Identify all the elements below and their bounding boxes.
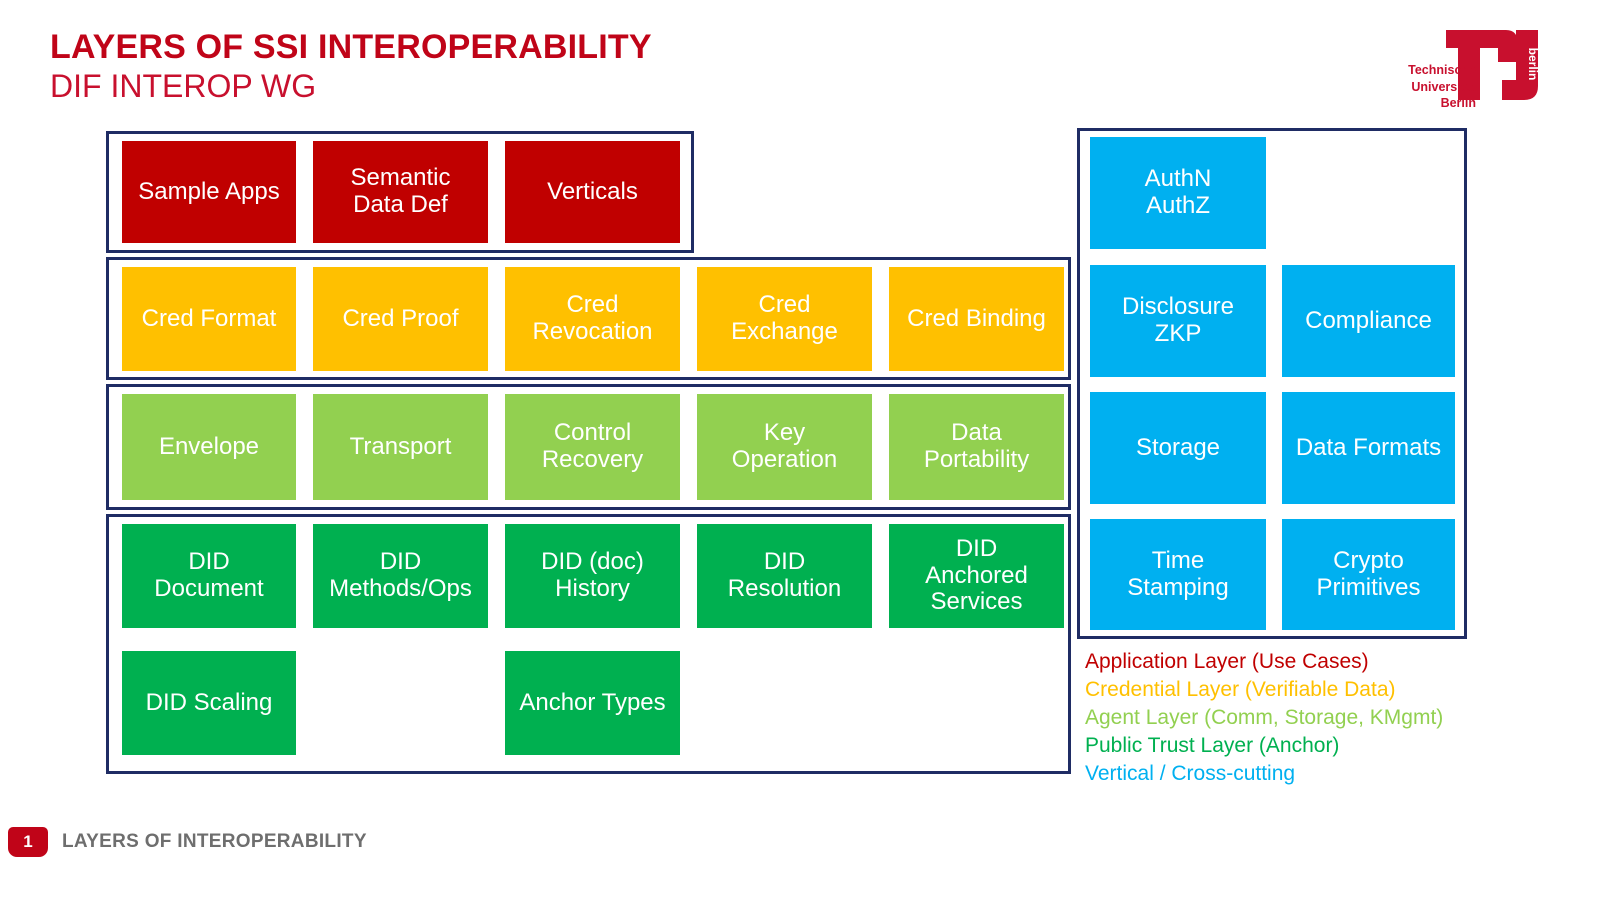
cell-did-anchored-services[interactable]: DID Anchored Services [889, 524, 1064, 628]
cell-storage[interactable]: Storage [1090, 392, 1266, 504]
cell-crypto-primitives[interactable]: Crypto Primitives [1282, 519, 1455, 630]
cell-label: Data Formats [1295, 433, 1442, 461]
legend-item-vertical: Vertical / Cross-cutting [1085, 760, 1555, 788]
cell-label: Storage [1135, 433, 1221, 461]
cell-label: Sample Apps [138, 177, 280, 205]
cell-label: Compliance [1305, 306, 1432, 334]
cell-control-recovery[interactable]: Control Recovery [505, 394, 680, 500]
footer-label: LAYERS OF INTEROPERABILITY [62, 831, 367, 852]
legend-label: Credential Layer (Verifiable Data) [1085, 677, 1396, 701]
cell-label: DID Scaling [145, 688, 273, 716]
legend-label: Vertical / Cross-cutting [1085, 761, 1296, 785]
legend-item-credential: Credential Layer (Verifiable Data) [1085, 676, 1555, 704]
cell-compliance[interactable]: Compliance [1282, 265, 1455, 377]
cell-time-stamping[interactable]: Time Stamping [1090, 519, 1266, 630]
legend-item-application: Application Layer (Use Cases) [1085, 648, 1555, 676]
cell-label: DID Document [154, 548, 264, 602]
cell-anchor-types[interactable]: Anchor Types [505, 651, 680, 755]
cell-data-formats[interactable]: Data Formats [1282, 392, 1455, 504]
cell-label: Control Recovery [541, 419, 644, 473]
cell-label: Cred Revocation [532, 291, 653, 345]
cell-cred-binding[interactable]: Cred Binding [889, 267, 1064, 371]
legend-item-agent: Agent Layer (Comm, Storage, KMgmt) [1085, 704, 1555, 732]
page-number-badge: 1 [8, 827, 48, 857]
cell-did-document[interactable]: DID Document [122, 524, 296, 628]
cell-sample-apps[interactable]: Sample Apps [122, 141, 296, 243]
page-number: 1 [23, 832, 33, 851]
cell-verticals[interactable]: Verticals [505, 141, 680, 243]
cell-label: Envelope [158, 432, 260, 460]
legend-label: Application Layer (Use Cases) [1085, 650, 1369, 673]
cell-did-doc-history[interactable]: DID (doc) History [505, 524, 680, 628]
cell-did-resolution[interactable]: DID Resolution [697, 524, 872, 628]
cell-label: Cred Binding [907, 304, 1046, 332]
cell-envelope[interactable]: Envelope [122, 394, 296, 500]
cell-cred-revocation[interactable]: Cred Revocation [505, 267, 680, 371]
cell-label: Transport [349, 432, 452, 460]
cell-authn-authz[interactable]: AuthN AuthZ [1090, 137, 1266, 249]
cell-label: Time Stamping [1127, 546, 1229, 601]
cell-cred-exchange[interactable]: Cred Exchange [697, 267, 872, 371]
legend-item-public-trust: Public Trust Layer (Anchor) [1085, 732, 1555, 760]
cell-cred-format[interactable]: Cred Format [122, 267, 296, 371]
cell-semantic-data-def[interactable]: Semantic Data Def [313, 141, 488, 243]
cell-label: DID Anchored Services [925, 534, 1028, 616]
cell-label: Cred Exchange [731, 291, 838, 345]
legend: Application Layer (Use Cases) Credential… [1085, 648, 1555, 788]
cell-label: Key Operation [731, 419, 838, 473]
cell-cred-proof[interactable]: Cred Proof [313, 267, 488, 371]
legend-label: Public Trust Layer (Anchor) [1085, 733, 1340, 757]
cell-label: Disclosure ZKP [1121, 293, 1235, 347]
cell-label: DID Resolution [727, 548, 842, 602]
cell-label: Anchor Types [519, 688, 666, 716]
cell-label: DID Methods/Ops [329, 548, 472, 602]
cell-label: Cred Format [141, 304, 277, 332]
cell-transport[interactable]: Transport [313, 394, 488, 500]
cell-label: Crypto Primitives [1316, 546, 1421, 601]
cell-label: Data Portability [923, 419, 1030, 473]
cell-label: Semantic Data Def [350, 164, 451, 218]
legend-label: Agent Layer (Comm, Storage, KMgmt) [1085, 705, 1444, 729]
cell-did-methods-ops[interactable]: DID Methods/Ops [313, 524, 488, 628]
cell-label: AuthN AuthZ [1144, 165, 1212, 219]
cell-disclosure-zkp[interactable]: Disclosure ZKP [1090, 265, 1266, 377]
cell-did-scaling[interactable]: DID Scaling [122, 651, 296, 755]
cell-data-portability[interactable]: Data Portability [889, 394, 1064, 500]
cell-label: Verticals [547, 177, 638, 205]
cell-label: Cred Proof [342, 304, 459, 332]
cell-label: DID (doc) History [541, 548, 644, 602]
slide-footer: 1 LAYERS OF INTEROPERABILITY [0, 822, 367, 862]
cell-key-operation[interactable]: Key Operation [697, 394, 872, 500]
